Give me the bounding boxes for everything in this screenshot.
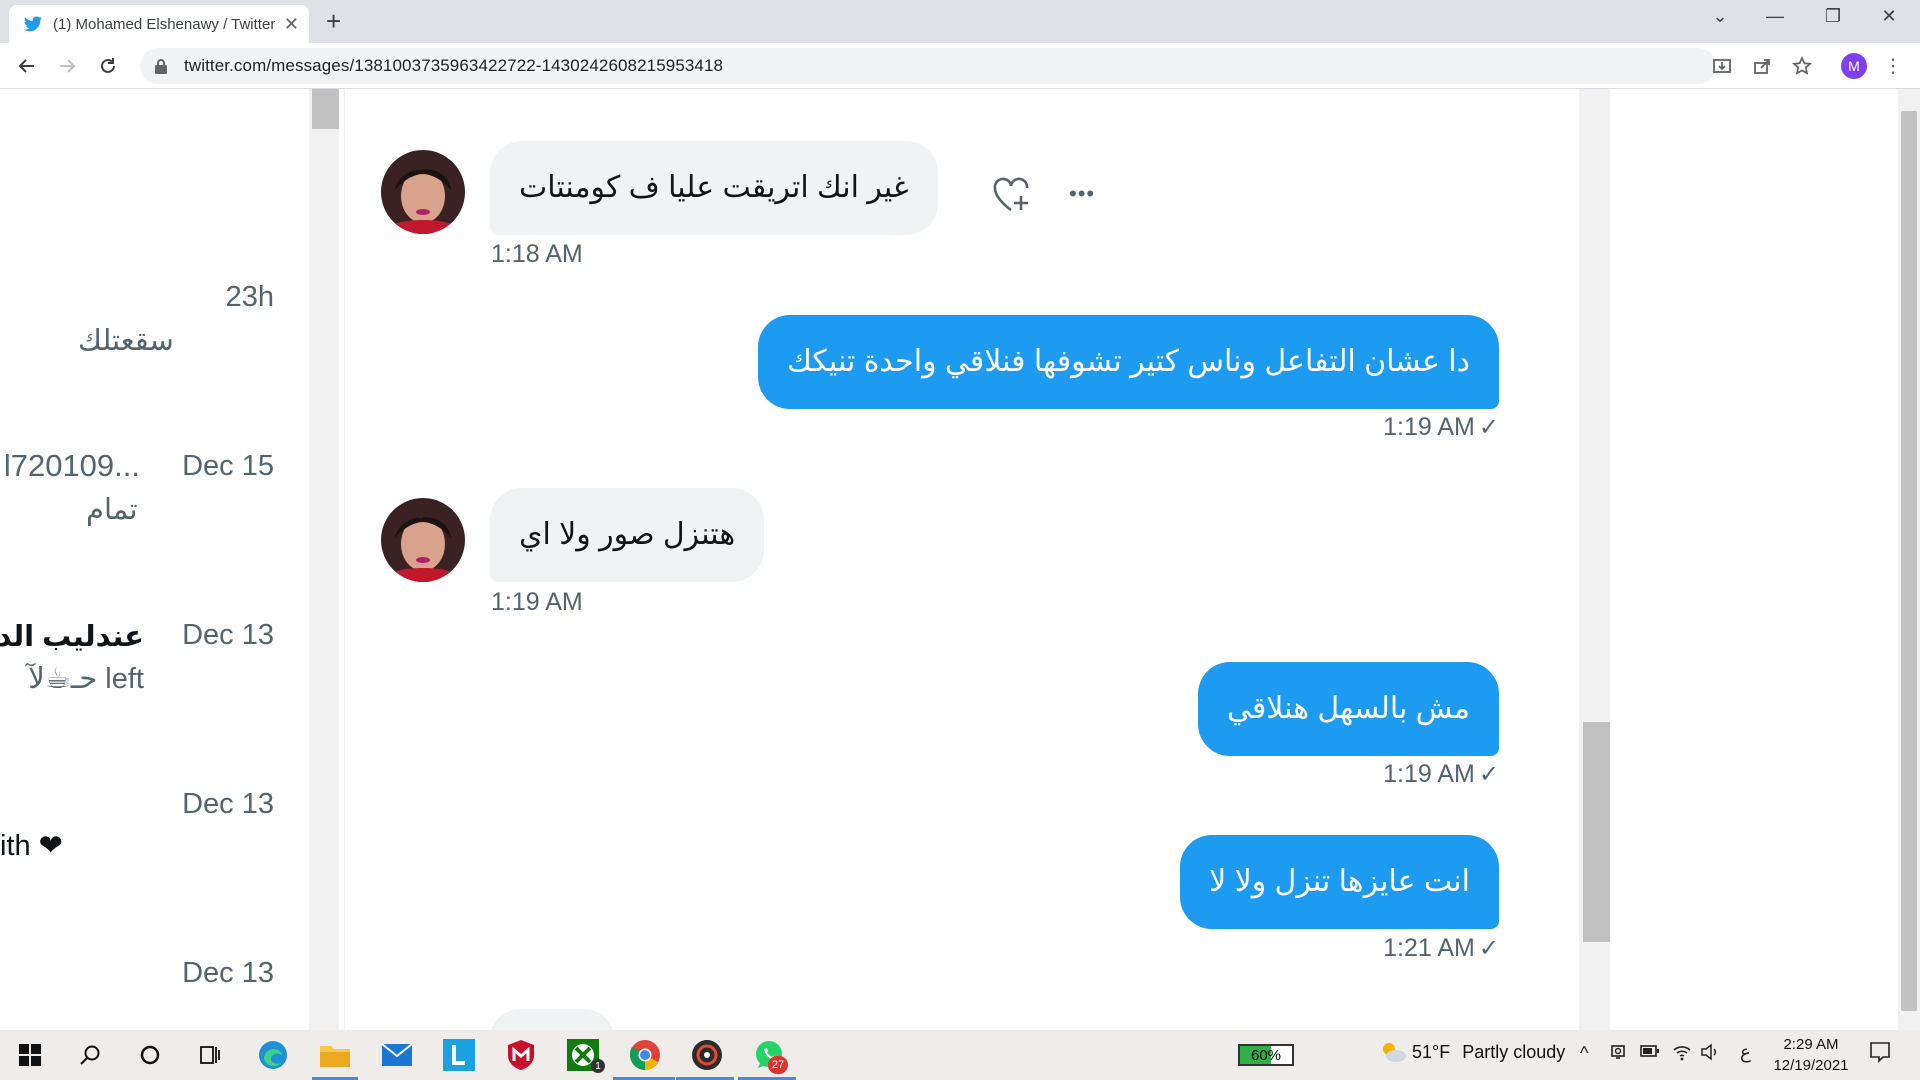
forward-icon[interactable] (52, 51, 82, 81)
chevron-up-icon[interactable]: ^ (1580, 1043, 1588, 1064)
bookmark-star-icon[interactable] (1789, 53, 1815, 79)
share-icon[interactable] (1749, 53, 1775, 79)
conversation-time: Dec 13 (182, 957, 274, 989)
conversation-item[interactable]: عندليب الدن Dec 13 حـ☕لآ left (0, 509, 306, 695)
conversation-time: Dec 13 (182, 619, 274, 651)
conversation-handle: l720109... (3, 448, 140, 483)
edge-browser-icon[interactable] (255, 1037, 291, 1073)
mcafee-icon[interactable] (503, 1037, 539, 1073)
conversation-list-scroll-thumb[interactable] (312, 89, 339, 129)
close-window-button[interactable]: ✕ (1869, 6, 1909, 27)
lexicon-app-icon[interactable] (441, 1037, 477, 1073)
weather-temperature: 51°F (1412, 1042, 1451, 1062)
clock-time: 2:29 AM (1783, 1036, 1839, 1053)
browser-toolbar: twitter.com/messages/1381003735963422722… (0, 43, 1920, 89)
url-text: twitter.com/messages/1381003735963422722… (184, 56, 724, 75)
conversation-time: Dec 13 (182, 788, 274, 820)
xbox-badge: 1 (591, 1059, 605, 1073)
message-bubble-outgoing[interactable]: مش بالسهل هنلاقي (1197, 662, 1499, 756)
sent-check-icon: ✓ (1478, 761, 1499, 788)
twitter-bird-icon (23, 16, 43, 32)
notification-center-icon[interactable] (1868, 1040, 1892, 1069)
conversation-item[interactable]: 23h سقعتلك (0, 169, 306, 357)
message-bubble-incoming[interactable]: غير انك اتريقت عليا ف كومنتات (490, 141, 938, 235)
mail-icon[interactable] (379, 1037, 415, 1073)
whatsapp-icon[interactable]: 27 (751, 1037, 788, 1074)
browser-tab[interactable]: (1) Mohamed Elshenawy / Twitter ✕ (9, 5, 309, 43)
tab-title: (1) Mohamed Elshenawy / Twitter (53, 15, 276, 33)
message-bubble-outgoing[interactable]: دا عشان التفاعل وناس كتير تشوفها فنلاقي … (758, 315, 1499, 409)
tab-strip: (1) Mohamed Elshenawy / Twitter ✕ + ⌄ — … (0, 0, 1920, 43)
more-options-icon[interactable]: ••• (1069, 181, 1095, 207)
page-scroll-thumb[interactable] (1901, 111, 1917, 1011)
weather-widget[interactable]: 51°F Partly cloudy (1378, 1042, 1565, 1063)
conversation-list: 23h سقعتلك l720109... Dec 15 تمام عندليب… (0, 89, 306, 1030)
react-icon[interactable] (991, 174, 1033, 219)
wifi-icon[interactable] (1672, 1043, 1692, 1066)
back-icon[interactable] (12, 51, 42, 81)
message-time: 1:19 AM (491, 588, 583, 616)
start-windows-icon[interactable] (12, 1037, 48, 1073)
install-app-icon[interactable] (1709, 53, 1735, 79)
message-time: 1:19 AM (1383, 760, 1475, 788)
conversation-item[interactable]: l720109... Dec 15 تمام (0, 340, 306, 526)
message-bubble-incoming-partial[interactable] (490, 1009, 614, 1030)
message-meta: 1:19 AM ✓ (1383, 413, 1499, 442)
conversation-time: Dec 15 (182, 450, 274, 482)
message-time: 1:18 AM (491, 240, 583, 268)
sent-check-icon: ✓ (1478, 414, 1499, 441)
menu-kebab-icon[interactable]: ⋮ (1880, 53, 1906, 79)
sent-check-icon: ✓ (1478, 935, 1499, 962)
search-icon[interactable] (72, 1037, 108, 1073)
media-player-icon[interactable] (689, 1037, 725, 1073)
volume-icon[interactable] (1700, 1043, 1720, 1066)
conversation-list-scrollbar[interactable] (309, 89, 339, 1030)
minimize-button[interactable]: — (1755, 6, 1795, 27)
chat-panel: غير انك اتريقت عليا ف كومنتات ••• 1:18 A… (344, 89, 1580, 1030)
message-time: 1:19 AM (1383, 413, 1475, 441)
lock-icon (155, 59, 167, 74)
task-view-icon[interactable] (192, 1037, 228, 1073)
conversation-name: عندليب الدن (0, 621, 144, 653)
tab-close-icon[interactable]: ✕ (284, 14, 299, 35)
clock-date: 12/19/2021 (1773, 1057, 1849, 1074)
conversation-item[interactable]: Dec 13 ith ❤ (0, 678, 306, 862)
new-tab-button[interactable]: + (326, 8, 341, 34)
conversation-time: 23h (225, 281, 274, 313)
file-explorer-icon[interactable] (317, 1037, 353, 1073)
battery-tray-icon[interactable] (1640, 1043, 1660, 1064)
partly-cloudy-icon (1383, 1043, 1406, 1062)
maximize-button[interactable]: ❐ (1813, 6, 1853, 27)
chrome-icon[interactable] (627, 1037, 663, 1073)
weather-text: Partly cloudy (1462, 1042, 1566, 1062)
sender-avatar[interactable] (381, 498, 465, 582)
cortana-icon[interactable] (132, 1037, 168, 1073)
message-meta: 1:19 AM ✓ (1383, 760, 1499, 789)
whatsapp-badge: 27 (768, 1056, 788, 1074)
chat-scroll-thumb[interactable] (1583, 722, 1610, 942)
message-time: 1:21 AM (1383, 934, 1475, 962)
windows-taskbar: 1 27 60% 51°F Partly cloudy ^ ع 2:29 AM … (0, 1030, 1920, 1080)
twitter-messages-page: 23h سقعتلك l720109... Dec 15 تمام عندليب… (0, 89, 1920, 1030)
battery-meter[interactable]: 60% (1238, 1044, 1294, 1066)
xbox-icon[interactable]: 1 (565, 1037, 605, 1073)
message-bubble-incoming[interactable]: هتنزل صور ولا اي (490, 488, 765, 582)
message-meta: 1:21 AM ✓ (1383, 934, 1499, 963)
message-bubble-outgoing[interactable]: انت عايزها تنزل ولا لا (1180, 835, 1499, 929)
sender-avatar[interactable] (381, 150, 465, 234)
address-bar[interactable]: twitter.com/messages/1381003735963422722… (140, 48, 1716, 84)
conversation-item[interactable]: Dec 13 (0, 847, 306, 1017)
webcam-icon[interactable] (1610, 1043, 1628, 1066)
profile-avatar[interactable]: M (1841, 53, 1867, 79)
reload-icon[interactable] (93, 51, 123, 81)
input-language-indicator[interactable]: ع (1740, 1042, 1751, 1063)
tab-search-icon[interactable]: ⌄ (1700, 6, 1740, 27)
system-clock[interactable]: 2:29 AM 12/19/2021 (1766, 1034, 1856, 1076)
